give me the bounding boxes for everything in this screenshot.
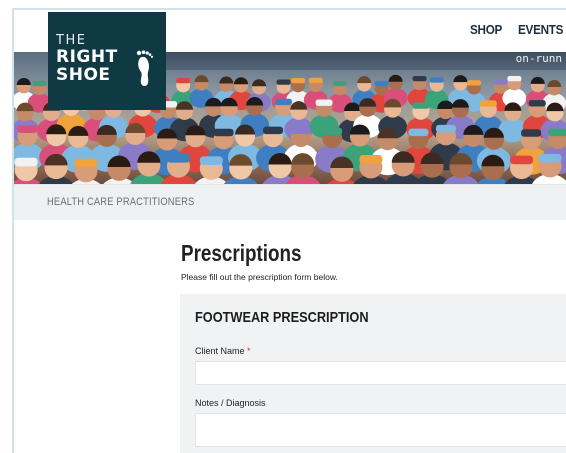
notes-label: Notes / Diagnosis [195,398,266,408]
main-nav: SHOP EVENTS [470,22,566,37]
client-name-label: Client Name * [195,346,251,356]
subheader-label: HEALTH CARE PRACTITIONERS [47,196,195,208]
nav-events-link[interactable]: EVENTS [518,22,563,37]
nav-shop-link[interactable]: SHOP [470,22,502,37]
page-frame: SHOP EVENTS on-runn THE RIGHT SHOE HEALT… [12,8,566,453]
logo-line-1: THE [56,33,87,48]
notes-diagnosis-field[interactable] [195,413,566,447]
client-name-field[interactable] [195,361,566,385]
page-title: Prescriptions [181,240,302,266]
required-marker: * [247,346,251,356]
form-title: FOOTWEAR PRESCRIPTION [195,309,369,326]
site-logo[interactable]: THE RIGHT SHOE [48,12,166,110]
footprint-icon [136,50,154,86]
section-subheader: HEALTH CARE PRACTITIONERS [14,184,566,220]
client-name-label-text: Client Name [195,346,245,356]
prescription-form-card: FOOTWEAR PRESCRIPTION Client Name * Note… [180,294,566,453]
page-intro: Please fill out the prescription form be… [181,272,338,282]
